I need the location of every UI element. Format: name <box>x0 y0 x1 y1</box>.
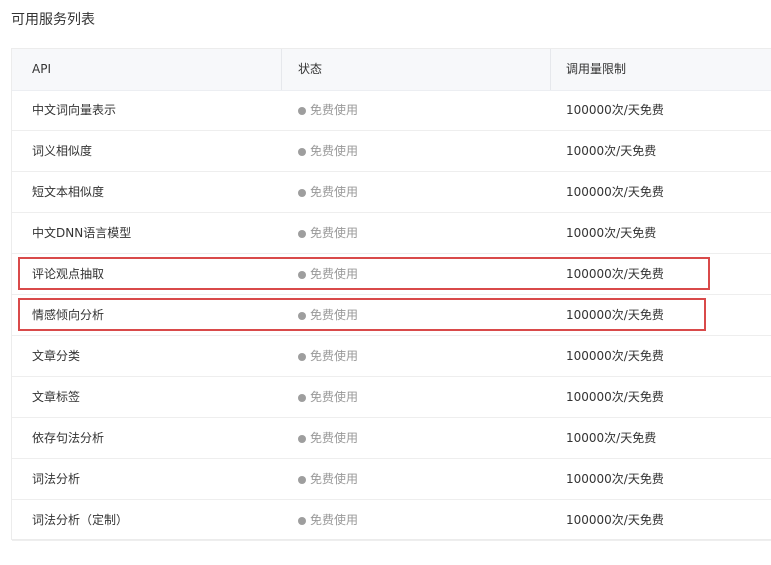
status-dot-icon <box>298 353 306 361</box>
status-cell: 免费使用 <box>298 377 358 417</box>
header-limit: 调用量限制 <box>566 62 627 76</box>
status-text: 免费使用 <box>310 349 359 363</box>
rate-limit: 10000次/天免费 <box>566 144 657 158</box>
table-row: 词法分析 免费使用 100000次/天免费 <box>12 459 771 500</box>
status-dot-icon <box>298 107 306 115</box>
status-dot-icon <box>298 476 306 484</box>
table-row: 中文词向量表示 免费使用 100000次/天免费 <box>12 90 771 131</box>
status-dot-icon <box>298 435 306 443</box>
status-cell: 免费使用 <box>298 459 358 499</box>
rate-limit: 10000次/天免费 <box>566 431 657 445</box>
rate-limit: 100000次/天免费 <box>566 267 664 281</box>
rate-limit: 100000次/天免费 <box>566 513 664 527</box>
status-dot-icon <box>298 189 306 197</box>
table-header: API 状态 调用量限制 <box>12 49 771 91</box>
status-dot-icon <box>298 312 306 320</box>
status-cell: 免费使用 <box>298 295 358 335</box>
table-row: 情感倾向分析 免费使用 100000次/天免费 <box>12 295 771 336</box>
header-api: API <box>32 62 51 76</box>
status-cell: 免费使用 <box>298 213 358 253</box>
status-text: 免费使用 <box>310 308 359 322</box>
rate-limit: 100000次/天免费 <box>566 308 664 322</box>
status-text: 免费使用 <box>310 513 359 527</box>
status-text: 免费使用 <box>310 472 359 486</box>
status-dot-icon <box>298 230 306 238</box>
header-status: 状态 <box>298 62 323 76</box>
api-name: 中文词向量表示 <box>32 103 117 117</box>
status-cell: 免费使用 <box>298 172 358 212</box>
status-text: 免费使用 <box>310 144 359 158</box>
table-row: 短文本相似度 免费使用 100000次/天免费 <box>12 172 771 213</box>
table-row: 评论观点抽取 免费使用 100000次/天免费 <box>12 254 771 295</box>
api-name: 短文本相似度 <box>32 185 105 199</box>
table-row: 中文DNN语言模型 免费使用 10000次/天免费 <box>12 213 771 254</box>
status-cell: 免费使用 <box>298 500 358 540</box>
rate-limit: 100000次/天免费 <box>566 472 664 486</box>
status-cell: 免费使用 <box>298 131 358 171</box>
table-row: 词义相似度 免费使用 10000次/天免费 <box>12 131 771 172</box>
api-name: 中文DNN语言模型 <box>32 226 132 240</box>
api-name: 词法分析 <box>32 472 81 486</box>
status-text: 免费使用 <box>310 103 359 117</box>
api-name: 依存句法分析 <box>32 431 105 445</box>
status-cell: 免费使用 <box>298 90 358 130</box>
status-text: 免费使用 <box>310 431 359 445</box>
table-row: 依存句法分析 免费使用 10000次/天免费 <box>12 418 771 459</box>
status-text: 免费使用 <box>310 226 359 240</box>
column-divider <box>281 49 282 90</box>
column-divider <box>550 49 551 90</box>
table-row: 文章分类 免费使用 100000次/天免费 <box>12 336 771 377</box>
api-name: 文章分类 <box>32 349 81 363</box>
table-row: 词法分析（定制） 免费使用 100000次/天免费 <box>12 500 771 541</box>
api-name: 情感倾向分析 <box>32 308 105 322</box>
api-name: 文章标签 <box>32 390 81 404</box>
status-cell: 免费使用 <box>298 336 358 376</box>
status-text: 免费使用 <box>310 267 359 281</box>
api-name: 词法分析（定制） <box>32 513 129 527</box>
status-dot-icon <box>298 271 306 279</box>
rate-limit: 100000次/天免费 <box>566 390 664 404</box>
status-cell: 免费使用 <box>298 254 358 294</box>
status-dot-icon <box>298 394 306 402</box>
status-dot-icon <box>298 517 306 525</box>
rate-limit: 100000次/天免费 <box>566 103 664 117</box>
table-row: 文章标签 免费使用 100000次/天免费 <box>12 377 771 418</box>
rate-limit: 100000次/天免费 <box>566 185 664 199</box>
api-name: 评论观点抽取 <box>32 267 105 281</box>
rate-limit: 100000次/天免费 <box>566 349 664 363</box>
status-text: 免费使用 <box>310 185 359 199</box>
status-dot-icon <box>298 148 306 156</box>
status-cell: 免费使用 <box>298 418 358 458</box>
page-title: 可用服务列表 <box>11 12 95 28</box>
rate-limit: 10000次/天免费 <box>566 226 657 240</box>
status-text: 免费使用 <box>310 390 359 404</box>
api-name: 词义相似度 <box>32 144 93 158</box>
service-table: API 状态 调用量限制 中文词向量表示 免费使用 100000次/天免费 词义相似度… <box>11 48 771 541</box>
